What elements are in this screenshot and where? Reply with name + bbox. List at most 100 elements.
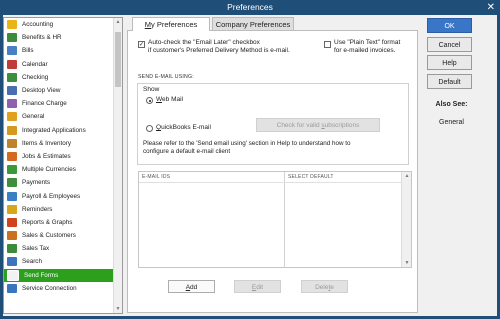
payments-icon <box>7 178 17 188</box>
sidebar-item-label: Search <box>22 258 42 266</box>
sidebar-item-multiple-currencies[interactable]: Multiple Currencies <box>4 163 122 176</box>
sidebar-item-label: Send Forms <box>24 271 59 279</box>
sales-customers-icon <box>7 231 17 241</box>
column-divider <box>284 172 285 267</box>
sidebar-item-label: Checking <box>22 73 49 81</box>
tab-my-preferences[interactable]: My Preferences <box>132 17 210 31</box>
accounting-icon <box>7 20 17 30</box>
plain-text-label: Use "Plain Text" format for e-mailed inv… <box>334 39 401 54</box>
bills-icon <box>7 46 17 56</box>
sidebar-item-label: Reminders <box>22 205 53 213</box>
general-icon <box>7 112 17 122</box>
help-button[interactable]: Help <box>427 55 472 70</box>
auto-check-email-later-checkbox[interactable]: ✓ <box>138 41 145 48</box>
title-bar: Preferences ✕ <box>0 0 500 15</box>
checking-icon <box>7 72 17 82</box>
sidebar-item-label: Integrated Applications <box>22 126 86 134</box>
sidebar-item-calendar[interactable]: Calendar <box>4 58 122 71</box>
email-help-text: Please refer to the 'Send email using' s… <box>143 140 351 155</box>
finance-charge-icon <box>7 99 17 109</box>
scroll-down-icon[interactable]: ▼ <box>115 306 121 312</box>
sidebar-item-reminders[interactable]: Reminders <box>4 203 122 216</box>
sidebar-item-label: Sales Tax <box>22 245 50 253</box>
sidebar-item-label: Payments <box>22 179 50 187</box>
sidebar-item-label: Reports & Graphs <box>22 218 73 226</box>
sidebar-item-label: Accounting <box>22 21 54 29</box>
sidebar-item-bills[interactable]: Bills <box>4 44 122 57</box>
cancel-button[interactable]: Cancel <box>427 37 472 52</box>
sidebar-item-service-connection[interactable]: Service Connection <box>4 282 122 295</box>
desktop-view-icon <box>7 86 17 96</box>
sidebar-item-label: Desktop View <box>22 87 61 95</box>
table-scrollbar[interactable]: ▲ ▼ <box>401 172 411 267</box>
sidebar-item-reports-graphs[interactable]: Reports & Graphs <box>4 216 122 229</box>
edit-button[interactable]: Edit <box>234 280 281 293</box>
sidebar-scrollbar[interactable]: ▲ ▼ <box>113 18 122 313</box>
sidebar-item-label: Benefits & HR <box>22 34 62 42</box>
sidebar-item-accounting[interactable]: Accounting <box>4 18 122 31</box>
calendar-icon <box>7 59 17 69</box>
show-label: Show <box>143 86 160 93</box>
preferences-dialog: Accounting Benefits & HR Bills Calendar Chec… <box>3 15 497 316</box>
scroll-up-icon[interactable]: ▲ <box>115 19 121 25</box>
benefits-hr-icon <box>7 33 17 43</box>
sidebar-item-label: Multiple Currencies <box>22 166 76 174</box>
close-icon[interactable]: ✕ <box>487 0 495 15</box>
search-icon <box>7 257 17 267</box>
quickbooks-email-label[interactable]: QuickBooks E-mail <box>156 124 211 131</box>
sidebar-item-general[interactable]: General <box>4 110 122 123</box>
sidebar-item-label: Sales & Customers <box>22 232 76 240</box>
header-divider <box>139 182 411 183</box>
sidebar-item-sales-customers[interactable]: Sales & Customers <box>4 229 122 242</box>
send-email-section-label: SEND E-MAIL USING: <box>138 74 194 80</box>
service-connection-icon <box>7 283 17 293</box>
sidebar-item-payments[interactable]: Payments <box>4 176 122 189</box>
web-mail-label[interactable]: Web Mail <box>156 96 183 103</box>
items-inventory-icon <box>7 138 17 148</box>
add-button[interactable]: Add <box>168 280 215 293</box>
also-see-general-link[interactable]: General <box>424 119 479 126</box>
tab-company-preferences[interactable]: Company Preferences <box>212 17 294 31</box>
quickbooks-email-radio[interactable] <box>146 125 153 132</box>
jobs-estimates-icon <box>7 151 17 161</box>
auto-check-email-later-label: Auto-check the "Email Later" checkbox if… <box>148 39 290 54</box>
my-preferences-panel: ✓ Auto-check the "Email Later" checkbox … <box>127 30 418 313</box>
sidebar-item-label: Finance Charge <box>22 100 67 108</box>
sidebar-item-label: Items & Inventory <box>22 139 71 147</box>
sidebar-item-items-inventory[interactable]: Items & Inventory <box>4 137 122 150</box>
check-valid-subscriptions-button[interactable]: Check for valid subscriptions <box>256 118 380 132</box>
sidebar-item-label: Bills <box>22 47 34 55</box>
table-scroll-up-icon[interactable]: ▲ <box>404 173 410 179</box>
sidebar-item-benefits-hr[interactable]: Benefits & HR <box>4 31 122 44</box>
column-header-email-ids[interactable]: E-MAIL IDS <box>142 172 170 182</box>
send-email-options-box: Show Web Mail QuickBooks E-mail Check fo… <box>137 83 409 165</box>
sidebar-item-label: Calendar <box>22 60 48 68</box>
integrated-apps-icon <box>7 125 17 135</box>
sidebar-item-finance-charge[interactable]: Finance Charge <box>4 97 122 110</box>
payroll-employees-icon <box>7 191 17 201</box>
column-header-select-default[interactable]: SELECT DEFAULT <box>288 172 334 182</box>
sidebar-item-jobs-estimates[interactable]: Jobs & Estimates <box>4 150 122 163</box>
sidebar-item-label: Service Connection <box>22 284 77 292</box>
web-mail-radio[interactable] <box>146 97 153 104</box>
window-title: Preferences <box>227 2 273 12</box>
sidebar-item-sales-tax[interactable]: Sales Tax <box>4 242 122 255</box>
preferences-category-list[interactable]: Accounting Benefits & HR Bills Calendar Chec… <box>3 17 123 314</box>
plain-text-checkbox[interactable] <box>324 41 331 48</box>
send-forms-icon <box>7 269 19 281</box>
delete-button[interactable]: Delete <box>301 280 348 293</box>
sidebar-item-send-forms[interactable]: Send Forms <box>4 268 122 282</box>
sidebar-item-search[interactable]: Search <box>4 255 122 268</box>
sidebar-item-checking[interactable]: Checking <box>4 71 122 84</box>
sidebar-item-label: Payroll & Employees <box>22 192 81 200</box>
ok-button[interactable]: OK <box>427 18 472 33</box>
table-scroll-down-icon[interactable]: ▼ <box>404 260 410 266</box>
sidebar-item-payroll-employees[interactable]: Payroll & Employees <box>4 189 122 202</box>
sidebar-scroll-thumb[interactable] <box>115 32 121 87</box>
sidebar-item-integrated-apps[interactable]: Integrated Applications <box>4 124 122 137</box>
default-button[interactable]: Default <box>427 74 472 89</box>
email-ids-table[interactable]: E-MAIL IDS SELECT DEFAULT ▲ ▼ <box>138 171 412 268</box>
sales-tax-icon <box>7 244 17 254</box>
multiple-currencies-icon <box>7 165 17 175</box>
sidebar-item-desktop-view[interactable]: Desktop View <box>4 84 122 97</box>
